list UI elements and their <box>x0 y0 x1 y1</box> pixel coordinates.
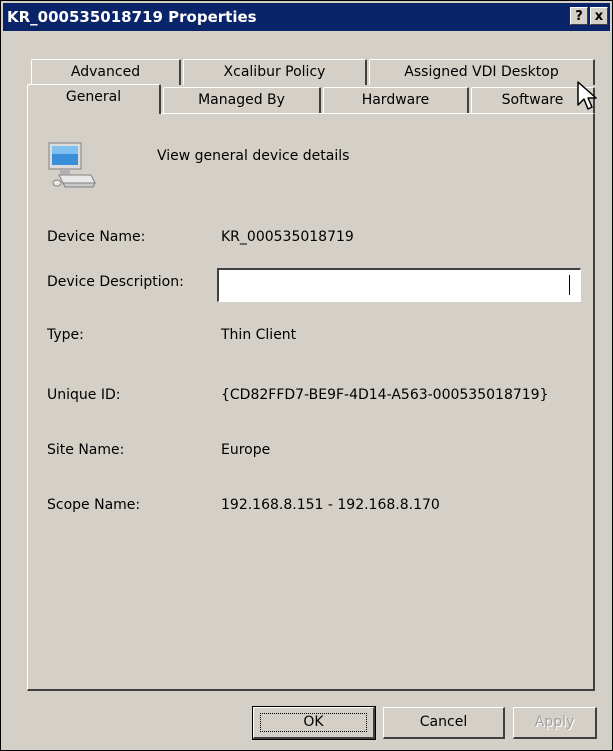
apply-button[interactable]: Apply <box>513 707 597 739</box>
apply-button-label: Apply <box>534 714 575 730</box>
close-button[interactable]: x <box>590 7 608 25</box>
type-value: Thin Client <box>221 327 297 343</box>
device-name-value: KR_000535018719 <box>221 229 354 245</box>
scope-name-label: Scope Name: <box>47 497 141 513</box>
site-name-value: Europe <box>221 442 271 458</box>
device-description-label: Device Description: <box>47 274 184 290</box>
ok-button[interactable]: OK <box>252 706 376 740</box>
tab-assigned-vdi-desktop[interactable]: Assigned VDI Desktop <box>369 59 595 85</box>
text-caret <box>569 275 570 295</box>
tab-general[interactable]: General <box>27 84 161 114</box>
device-description-field[interactable] <box>217 268 581 302</box>
tab-advanced[interactable]: Advanced <box>31 59 181 85</box>
scope-name-value: 192.168.8.151 - 192.168.8.170 <box>221 497 440 513</box>
cancel-button[interactable]: Cancel <box>383 707 505 739</box>
type-label: Type: <box>47 327 84 343</box>
help-button[interactable]: ? <box>570 7 588 25</box>
title-bar[interactable]: KR_000535018719 Properties ? x <box>3 3 610 31</box>
site-name-label: Site Name: <box>47 442 125 458</box>
computer-icon <box>48 142 96 188</box>
mouse-cursor-icon <box>577 81 597 110</box>
tab-xcalibur-policy[interactable]: Xcalibur Policy <box>183 59 367 85</box>
tab-hardware[interactable]: Hardware <box>323 87 469 113</box>
unique-id-value: {CD82FFD7-BE9F-4D14-A563-000535018719} <box>221 387 549 403</box>
focus-ring <box>260 713 367 732</box>
properties-dialog: KR_000535018719 Properties ? x Advanced … <box>0 0 613 751</box>
general-header-text: View general device details <box>157 148 350 164</box>
device-name-label: Device Name: <box>47 229 146 245</box>
window-title: KR_000535018719 Properties <box>7 8 257 26</box>
cancel-button-label: Cancel <box>419 714 468 730</box>
tab-managed-by[interactable]: Managed By <box>163 87 321 113</box>
unique-id-label: Unique ID: <box>47 387 121 403</box>
